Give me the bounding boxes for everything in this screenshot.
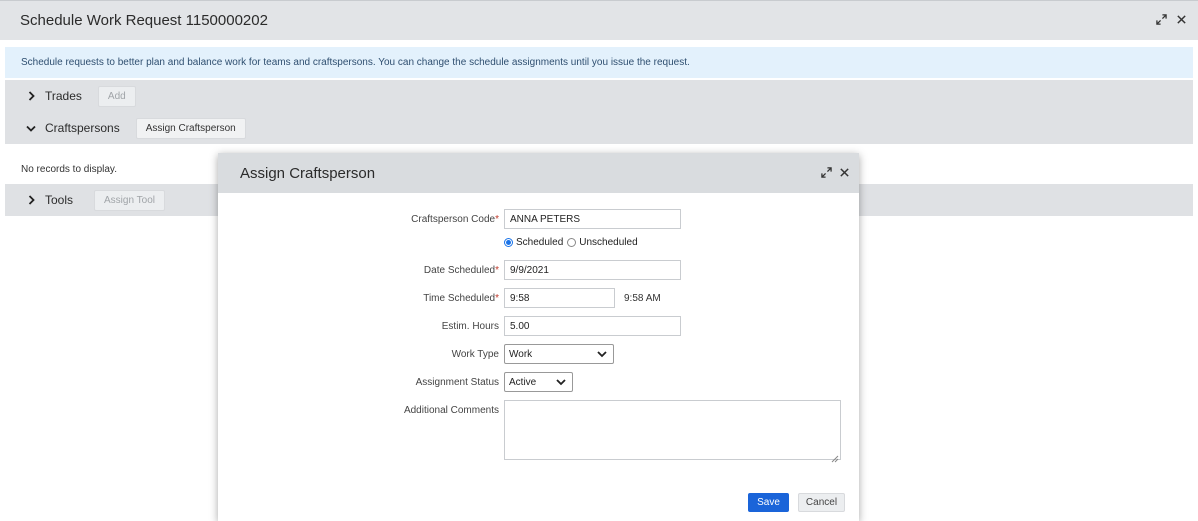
work-type-select[interactable]: Work (504, 344, 614, 364)
section-craftspersons: Craftspersons Assign Craftsperson (5, 112, 1193, 144)
craftsperson-code-label: Craftsperson Code* (411, 214, 499, 225)
cancel-button[interactable]: Cancel (798, 493, 845, 512)
estim-hours-label: Estim. Hours (441, 321, 499, 332)
assign-craftsperson-dialog: Assign Craftsperson Craftsperson Code* A… (218, 153, 859, 521)
add-trade-button[interactable]: Add (97, 85, 136, 107)
section-trades-label[interactable]: Trades (45, 89, 82, 103)
info-banner: Schedule requests to better plan and bal… (5, 47, 1193, 78)
expand-icon[interactable] (819, 165, 833, 179)
select-arrow-icon (554, 375, 568, 389)
date-scheduled-label: Date Scheduled* (423, 265, 499, 276)
unscheduled-radio-label[interactable]: Unscheduled (579, 237, 637, 248)
select-arrow-icon (595, 347, 609, 361)
assignment-status-value: Active (509, 376, 537, 388)
estim-hours-field[interactable]: 5.00 (504, 316, 681, 336)
window-titlebar: Schedule Work Request 1150000202 (0, 0, 1198, 40)
chevron-down-icon[interactable] (25, 122, 37, 134)
section-tools-label[interactable]: Tools (45, 193, 73, 207)
info-text: Schedule requests to better plan and bal… (21, 57, 690, 68)
date-scheduled-field[interactable]: 9/9/2021 (504, 260, 681, 280)
expand-icon[interactable] (1154, 12, 1168, 26)
dialog-header: Assign Craftsperson (218, 153, 859, 193)
save-button[interactable]: Save (748, 493, 789, 512)
unscheduled-radio[interactable] (567, 238, 577, 247)
close-icon[interactable] (837, 165, 851, 179)
scheduled-radio[interactable] (504, 238, 513, 247)
scheduled-radio-label[interactable]: Scheduled (516, 237, 563, 248)
additional-comments-field[interactable] (504, 400, 841, 463)
assign-tool-button[interactable]: Assign Tool (94, 189, 165, 211)
section-trades: Trades Add (5, 80, 1193, 112)
dialog-title: Assign Craftsperson (240, 165, 376, 182)
assign-craftsperson-button[interactable]: Assign Craftsperson (135, 117, 246, 139)
work-type-label: Work Type (451, 349, 499, 360)
time-scheduled-field[interactable]: 9:58 (504, 288, 615, 308)
work-type-value: Work (509, 348, 533, 360)
chevron-right-icon[interactable] (25, 90, 37, 102)
schedule-radio-group: Scheduled Unscheduled (504, 237, 638, 248)
page-title: Schedule Work Request 1150000202 (20, 12, 268, 29)
resize-grip-icon[interactable] (831, 450, 839, 463)
additional-comments-label: Additional Comments (403, 405, 499, 416)
assignment-status-label: Assignment Status (415, 377, 499, 388)
assignment-status-select[interactable]: Active (504, 372, 573, 392)
close-icon[interactable] (1174, 12, 1188, 26)
section-craftspersons-label[interactable]: Craftspersons (45, 121, 120, 135)
time-scheduled-label: Time Scheduled* (423, 293, 499, 304)
window-controls (1154, 12, 1188, 26)
dialog-controls (819, 165, 851, 179)
craftsperson-code-field[interactable]: ANNA PETERS (504, 209, 681, 229)
no-records-text: No records to display. (21, 164, 117, 175)
time-scheduled-display: 9:58 AM (624, 293, 661, 304)
chevron-right-icon[interactable] (25, 194, 37, 206)
